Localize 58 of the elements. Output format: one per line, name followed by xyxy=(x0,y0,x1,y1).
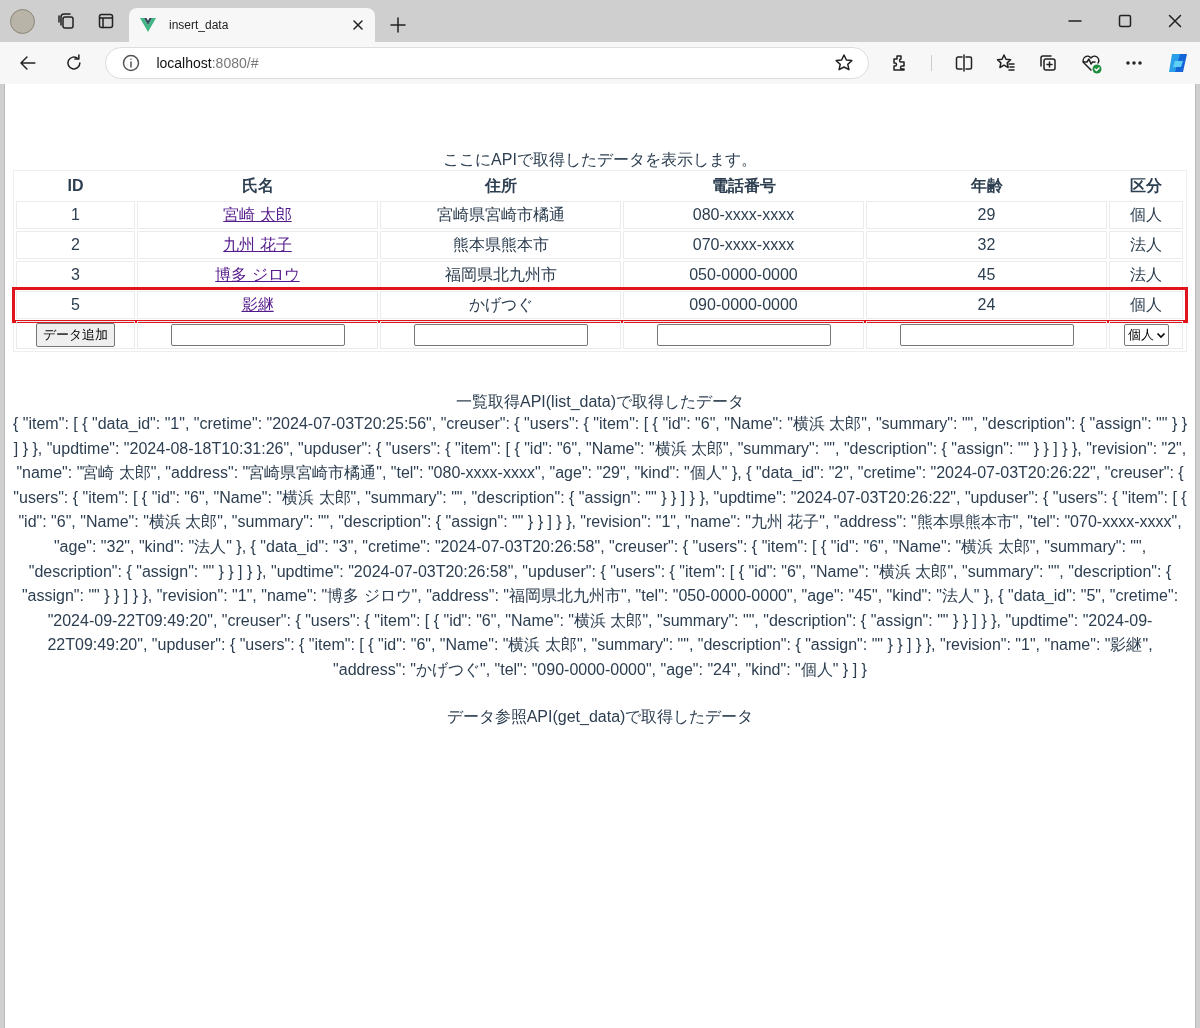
table-cell: 法人 xyxy=(1109,231,1183,259)
star-icon[interactable] xyxy=(834,53,854,73)
address-bar[interactable]: localhost:8080/# xyxy=(105,47,869,79)
favorites-icon[interactable] xyxy=(996,53,1016,73)
split-screen-icon[interactable] xyxy=(954,53,974,73)
table-cell: 070-xxxx-xxxx xyxy=(623,231,864,259)
workspaces-icon[interactable] xyxy=(57,12,75,30)
table-cell: 個人 xyxy=(1109,201,1183,229)
column-header: 区分 xyxy=(1129,175,1163,196)
section-heading: 一覧取得API(list_data)で取得したデータ xyxy=(454,392,745,412)
browser-tab[interactable]: insert_data xyxy=(129,8,375,42)
table-cell: 5 xyxy=(16,291,135,319)
vue-logo-icon xyxy=(139,17,157,33)
column-header: 電話番号 xyxy=(710,175,777,196)
name-link[interactable]: 影継 xyxy=(241,294,274,316)
input-field[interactable] xyxy=(656,324,831,346)
table-caption: ここにAPIで取得したデータを表示します。 xyxy=(442,150,758,170)
input-field[interactable] xyxy=(170,324,345,346)
table-cell: 熊本県熊本市 xyxy=(380,231,621,259)
table-cell: 宮崎県宮崎市橘通 xyxy=(380,201,621,229)
column-header: ID xyxy=(66,176,85,196)
table-cell: 24 xyxy=(866,291,1107,319)
table-cell: 3 xyxy=(16,261,135,289)
json-dump: { "item": [ { "data_id": "1", "cretime": "2024-07-03T20:25:56", "creuser": { "users": { "item": [ { "id": "6", "Name": "横浜 太郎", "summary": "", "description": { "assign": "" } } ] } }, "updtime": "2024-08-18T10:31:26", "upduser": { "users": { "item": [ { "id": "6", "Name": "横浜 太郎", "summary": "", "description": { "assign": "" } } ] } }, "revision": "2", "name": "宮崎 太郎", "address": "宮崎県宮崎市橘通", "tel": "080-xxxx-xxxx", "age": "29", "kind": "個人" }, { "data_id": "2", "cretime": "2024-07-03T20:26:22", "creuser": { "users": { "item": [ { "id": "6", "Name": "横浜 太郎", "summary": "", "description": { "assign": "" } } ] } }, "updtime": "2024-07-03T20:26:22", "upduser": { "users": { "item": [ { "id": "6", "Name": "横浜 太郎", "summary": "", "description": { "assign": "" } } ] } }, "revision": "1", "name": "九州 花子", "address": "熊本県熊本市", "tel": "070-xxxx-xxxx", "age": "32", "kind": "法人" }, { "data_id": "3", "cretime": "2024-07-03T20:26:58", "creuser": { "users": { "item": [ { "id": "6", "Name": "横浜 太郎", "summary": "", "description": { "assign": "" } } ] } }, "updtime": "2024-07-03T20:26:58", "upduser": { "users": { "item": [ { "id": "6", "Name": "横浜 太郎", "summary": "", "description": { "assign": "" } } ] } }, "revision": "1", "name": "博多 ジロウ", "address": "福岡県北九州市", "tel": "050-0000-0000", "age": "45", "kind": "法人" }, { "data_id": "5", "cretime": "2024-09-22T09:49:20", "creuser": { "users": { "item": [ { "id": "6", "Name": "横浜 太郎", "summary": "", "description": { "assign": "" } } ] } }, "updtime": "2024-09-22T09:49:20", "upduser": { "users": { "item": [ { "id": "6", "Name": "横浜 太郎", "summary": "", "description": { "assign": "" } } ] } }, "revision": "1", "name": "影継", "address": "かげつぐ", "tel": "090-0000-0000", "age": "24", "kind": "個人" } ] } xyxy=(13,414,1187,680)
name-link[interactable]: 博多 ジロウ xyxy=(215,264,300,286)
info-icon[interactable] xyxy=(122,54,141,72)
table-cell: 2 xyxy=(16,231,135,259)
health-icon[interactable] xyxy=(1080,52,1102,74)
close-icon[interactable] xyxy=(1168,14,1182,28)
column-header: 住所 xyxy=(483,175,518,196)
name-link[interactable]: 九州 花子 xyxy=(223,234,292,256)
table-cell: 45 xyxy=(866,261,1107,289)
back-icon[interactable] xyxy=(18,53,38,73)
table-cell: 福岡県北九州市 xyxy=(380,261,621,289)
table-cell: 1 xyxy=(16,201,135,229)
table-cell: 法人 xyxy=(1109,261,1183,289)
table-cell: かげつぐ xyxy=(380,291,621,319)
close-icon[interactable] xyxy=(351,18,365,32)
input-field[interactable] xyxy=(899,324,1074,346)
add-data-button[interactable]: データ追加 xyxy=(36,323,115,347)
table-cell: 個人 xyxy=(1109,291,1183,319)
name-link[interactable]: 宮崎 太郎 xyxy=(223,204,292,226)
tab-actions-icon[interactable] xyxy=(97,12,115,30)
section-heading: データ参照API(get_data)で取得したデータ xyxy=(445,706,755,727)
caret-icon xyxy=(1155,331,1166,339)
kind-select[interactable]: 個人 xyxy=(1123,324,1169,346)
copilot-icon[interactable] xyxy=(1166,51,1190,75)
table-cell: 080-xxxx-xxxx xyxy=(623,201,864,229)
new-tab-icon[interactable] xyxy=(389,16,407,34)
maximize-icon[interactable] xyxy=(1118,14,1132,28)
column-header: 氏名 xyxy=(240,175,275,196)
input-field[interactable] xyxy=(413,324,588,346)
table-cell: 32 xyxy=(866,231,1107,259)
table-cell: 050-0000-0000 xyxy=(623,261,864,289)
table-cell: 29 xyxy=(866,201,1107,229)
table-cell: 090-0000-0000 xyxy=(623,291,864,319)
column-header: 年齢 xyxy=(969,175,1004,196)
collections-icon[interactable] xyxy=(1038,53,1058,73)
